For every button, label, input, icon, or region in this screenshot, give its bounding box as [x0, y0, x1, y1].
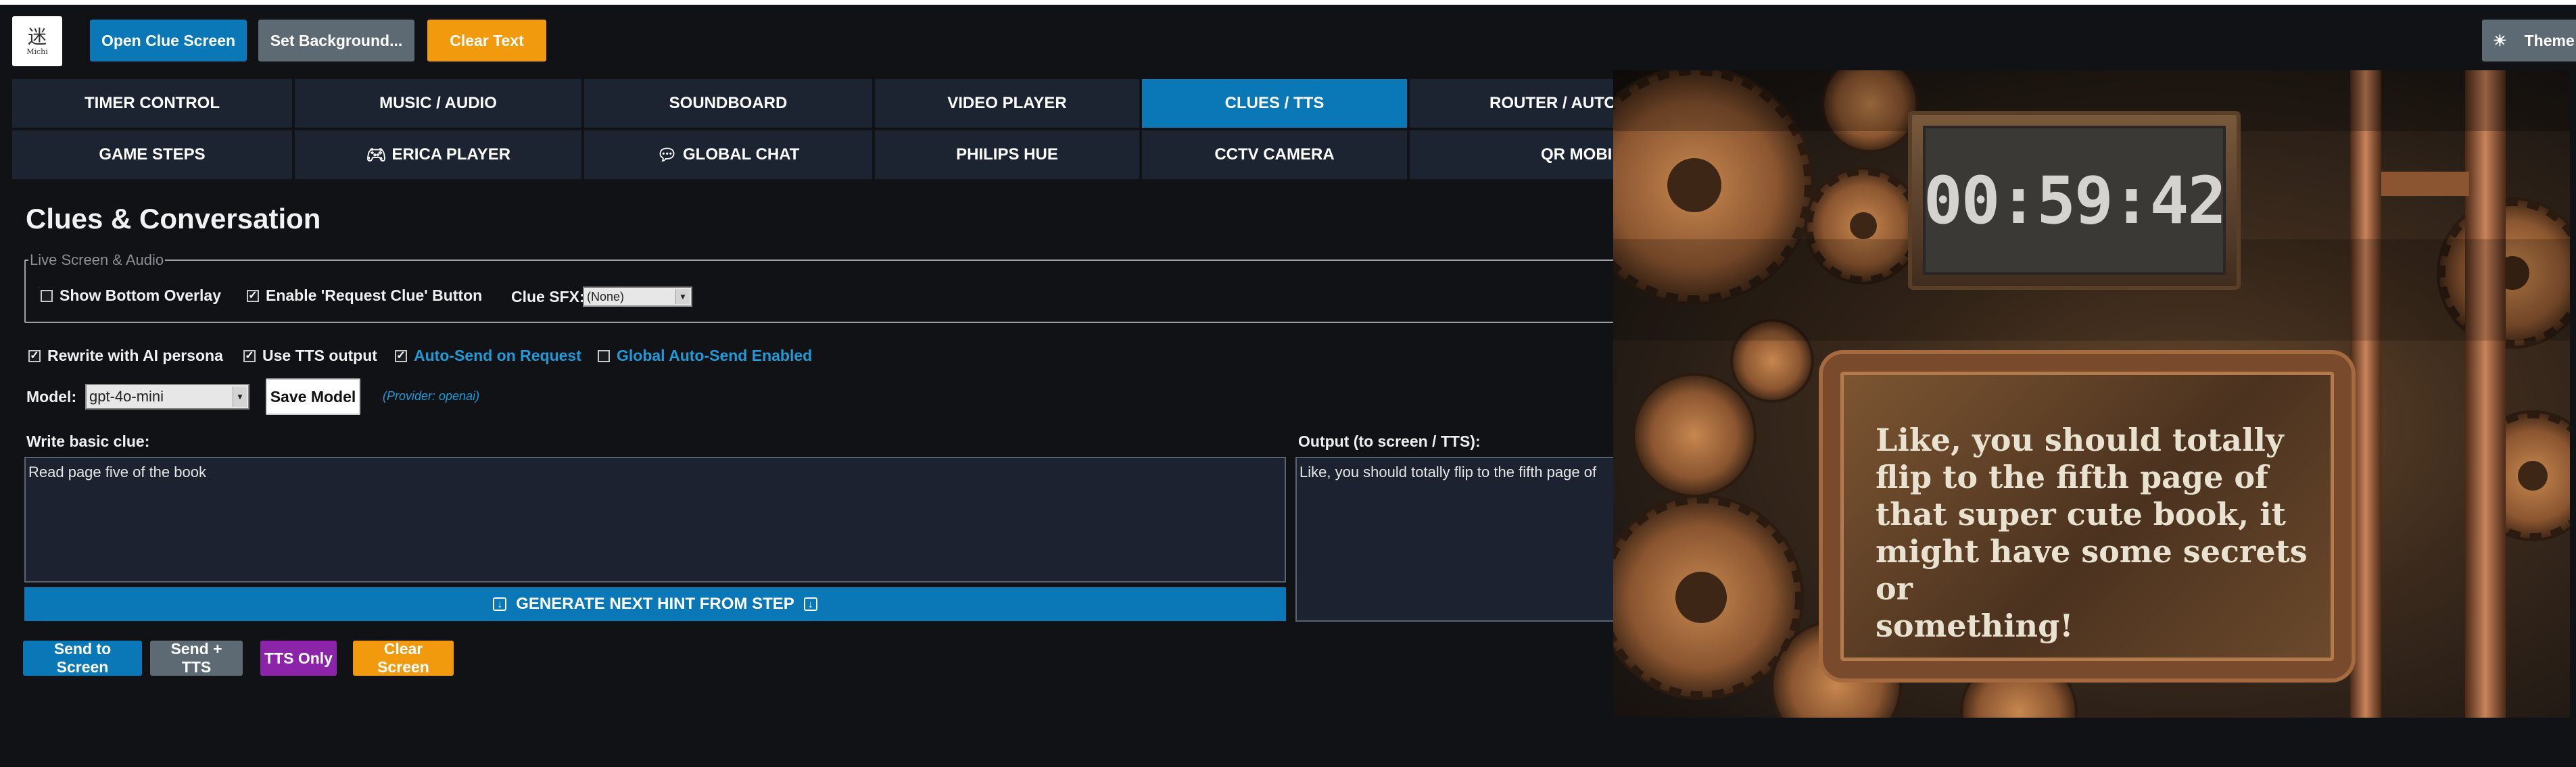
clue-line: something! — [1876, 608, 2074, 644]
basic-clue-textarea[interactable]: Read page five of the book — [24, 457, 1286, 583]
app-logo: 迷 Michi — [12, 16, 62, 66]
tab-label: GLOBAL CHAT — [683, 145, 800, 164]
timer-frame: 00:59:42 — [1908, 111, 2241, 290]
clue-display-text: Like, you should totally flip to the fif… — [1876, 422, 2349, 645]
chat-bubble-icon: 💬︎ — [657, 145, 678, 164]
checkbox-box — [41, 289, 53, 302]
select-value: gpt-4o-mini — [89, 388, 164, 405]
provider-text: (Provider: openai) — [383, 389, 480, 403]
model-select[interactable]: gpt-4o-mini ▼ — [85, 384, 249, 410]
tab-label: ERICA PLAYER — [391, 145, 511, 164]
global-auto-send-checkbox[interactable]: Global Auto-Send Enabled — [598, 347, 812, 365]
tab-label: CCTV CAMERA — [1214, 145, 1335, 164]
tab-label: TIMER CONTROL — [85, 94, 220, 112]
tab-label: MUSIC / AUDIO — [379, 94, 497, 112]
tab-row-secondary: GAME STEPS 🎮︎ ERICA PLAYER 💬︎ GLOBAL CHA… — [12, 130, 1707, 179]
open-clue-screen-button[interactable]: Open Clue Screen — [90, 20, 247, 61]
tab-timer-control[interactable]: TIMER CONTROL — [12, 79, 292, 128]
clear-screen-button[interactable]: Clear Screen — [353, 640, 454, 676]
generate-label: GENERATE NEXT HINT FROM STEP — [516, 595, 794, 613]
gamepad-icon: 🎮︎ — [365, 145, 387, 164]
clue-screen-preview: 00:59:42 Like, you should totally flip t… — [1613, 70, 2570, 718]
use-tts-output-checkbox[interactable]: ✓ Use TTS output — [243, 347, 377, 365]
tts-only-button[interactable]: TTS Only — [260, 641, 337, 676]
clue-line: might have some secrets or — [1876, 533, 2308, 607]
theme-label: Theme — [2524, 31, 2575, 49]
send-to-screen-button[interactable]: Send to Screen — [23, 640, 142, 676]
checkbox-box: ✓ — [395, 349, 407, 362]
clue-line: Like, you should totally — [1876, 422, 2284, 458]
clue-sfx-label: Clue SFX: — [511, 288, 585, 305]
tab-label: QR MOBIL — [1541, 145, 1622, 164]
theme-button[interactable]: ☀ Theme — [2482, 20, 2576, 61]
tab-label: ROUTER / AUTOM — [1489, 94, 1630, 112]
tab-label: GAME STEPS — [99, 145, 206, 164]
chevron-down-icon: ▼ — [233, 387, 247, 407]
checkbox-label: Rewrite with AI persona — [47, 347, 223, 364]
write-clue-label: Write basic clue: — [26, 432, 150, 450]
tab-label: SOUNDBOARD — [669, 94, 788, 112]
save-model-button[interactable]: Save Model — [266, 378, 360, 415]
tab-cctv-camera[interactable]: CCTV CAMERA — [1142, 130, 1407, 179]
clear-text-button[interactable]: Clear Text — [427, 20, 546, 61]
clue-line: flip to the fifth page of — [1876, 459, 2268, 495]
sun-icon: ☀ — [2493, 31, 2507, 49]
tab-row-primary: TIMER CONTROL MUSIC / AUDIO SOUNDBOARD V… — [12, 79, 1707, 128]
checkbox-box: ✓ — [28, 349, 41, 362]
download-icon: ↓ — [803, 597, 817, 611]
tab-philips-hue[interactable]: PHILIPS HUE — [875, 130, 1139, 179]
checkbox-label: Show Bottom Overlay — [59, 287, 221, 304]
tab-label: CLUES / TTS — [1224, 94, 1325, 112]
page-title: Clues & Conversation — [26, 203, 321, 234]
download-icon: ↓ — [493, 597, 507, 611]
logo-text: Michi — [26, 47, 48, 56]
enable-request-clue-checkbox[interactable]: ✓ Enable 'Request Clue' Button — [247, 287, 482, 305]
checkbox-label: Use TTS output — [262, 347, 377, 364]
tab-label: VIDEO PLAYER — [947, 94, 1067, 112]
tab-global-chat[interactable]: 💬︎ GLOBAL CHAT — [584, 130, 872, 179]
tab-label: PHILIPS HUE — [956, 145, 1058, 164]
live-screen-legend: Live Screen & Audio — [30, 251, 164, 268]
auto-send-on-request-checkbox[interactable]: ✓ Auto-Send on Request — [395, 347, 581, 365]
checkbox-box — [598, 349, 610, 362]
tab-clues-tts[interactable]: CLUES / TTS — [1142, 79, 1407, 128]
tab-erica-player[interactable]: 🎮︎ ERICA PLAYER — [295, 130, 581, 179]
checkbox-label: Enable 'Request Clue' Button — [266, 287, 483, 304]
clue-sfx-select[interactable]: (None) ▼ — [583, 287, 692, 307]
set-background-button[interactable]: Set Background... — [258, 20, 414, 61]
window-top-strip — [0, 0, 2576, 5]
checkbox-box: ✓ — [247, 289, 259, 302]
logo-glyph: 迷 — [27, 25, 47, 48]
countdown-timer: 00:59:42 — [1923, 126, 2226, 275]
tab-soundboard[interactable]: SOUNDBOARD — [584, 79, 872, 128]
select-value: (None) — [587, 289, 625, 303]
tab-music-audio[interactable]: MUSIC / AUDIO — [295, 79, 581, 128]
checkbox-label: Auto-Send on Request — [414, 347, 581, 364]
tab-video-player[interactable]: VIDEO PLAYER — [875, 79, 1139, 128]
generate-next-hint-button[interactable]: ↓ GENERATE NEXT HINT FROM STEP ↓ — [24, 587, 1286, 621]
model-label: Model: — [26, 388, 77, 405]
clue-line: that super cute book, it — [1876, 496, 2286, 533]
tab-game-steps[interactable]: GAME STEPS — [12, 130, 292, 179]
show-bottom-overlay-checkbox[interactable]: Show Bottom Overlay — [41, 287, 221, 305]
rewrite-ai-persona-checkbox[interactable]: ✓ Rewrite with AI persona — [28, 347, 223, 365]
output-label: Output (to screen / TTS): — [1298, 432, 1481, 450]
chevron-down-icon: ▼ — [675, 289, 690, 304]
checkbox-box: ✓ — [243, 349, 256, 362]
checkbox-label: Global Auto-Send Enabled — [617, 347, 813, 364]
send-tts-button[interactable]: Send + TTS — [150, 640, 243, 676]
